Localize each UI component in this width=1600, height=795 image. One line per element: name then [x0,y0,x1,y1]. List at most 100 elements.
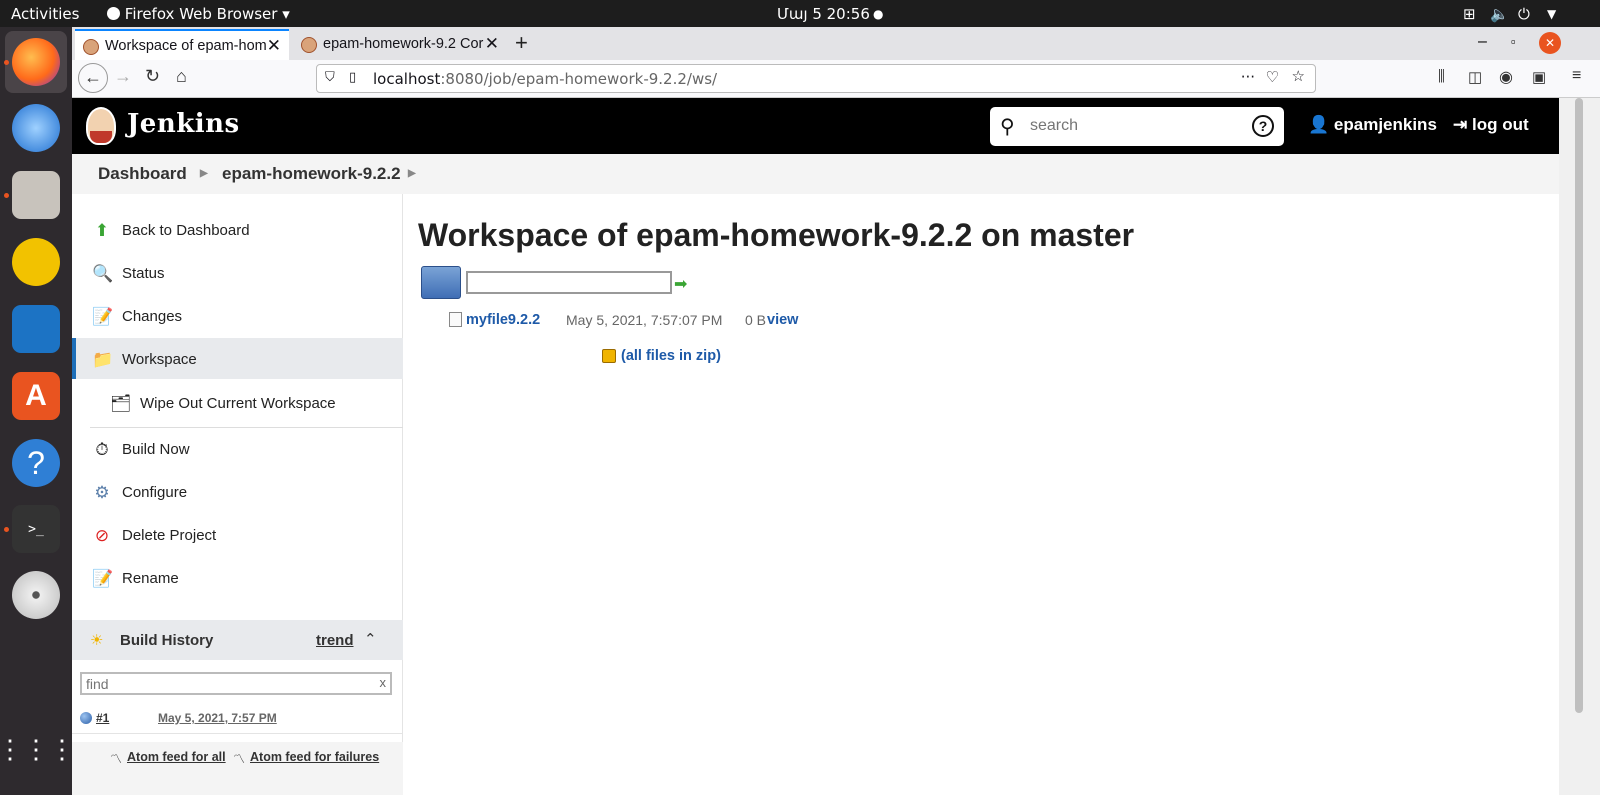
logout-link[interactable]: ⇥ log out [1453,115,1529,135]
sidebar-item-label: Back to Dashboard [122,222,250,239]
tab-workspace[interactable]: Workspace of epam-hom ✕ [75,29,289,60]
power-icon[interactable]: ⏻ [1518,5,1530,23]
sun-icon: ☀ [90,632,104,649]
forward-icon[interactable]: → [114,66,132,87]
home-icon[interactable]: ⌂ [176,66,187,87]
sidebar-item-label: Build Now [122,441,190,458]
atom-feed-failures-link[interactable]: Atom feed for failures [250,750,379,764]
no-entry-icon: ⊘ [94,526,110,545]
disc-icon[interactable] [12,571,60,619]
sidebar-item-changes[interactable]: 📝 Changes [72,295,403,338]
new-tab-icon[interactable]: + [515,30,528,56]
bookmark-star-icon[interactable]: ☆ [1292,67,1305,85]
sidebar-item-label: Wipe Out Current Workspace [140,395,336,412]
build-date-link[interactable]: May 5, 2021, 7:57 PM [158,711,277,725]
feed-links: 〽 Atom feed for all 〽 Atom feed for fail… [72,742,403,795]
jenkins-header: Jenkins ⚲ ? 👤 epamjenkins ⇥ log out [72,98,1559,154]
clock[interactable]: Մայ 5 20:56 [777,5,870,23]
extension-icon[interactable]: ▣ [1532,68,1546,86]
software-center-icon[interactable]: A [12,372,60,420]
sidebar-item-rename[interactable]: 📝 Rename [72,557,403,600]
help-icon[interactable]: ? [12,439,60,487]
page-info-icon: ▯ [349,70,357,85]
trend-link[interactable]: trend [316,632,354,649]
sidebar-item-label: Rename [122,570,179,587]
account-icon[interactable]: ◉ [1499,67,1513,87]
library-icon[interactable]: ⫼ [1438,68,1445,85]
folder-icon[interactable] [421,266,461,299]
breadcrumb-dashboard[interactable]: Dashboard [98,164,187,184]
sidebar-item-wipe-out-workspace[interactable]: 🗂 Wipe Out Current Workspace [90,382,403,428]
volume-icon[interactable]: 🔈 [1490,5,1509,23]
files-icon[interactable] [12,171,60,219]
zip-icon [602,349,616,363]
file-link[interactable]: myfile9.2.2 [466,312,540,328]
find-input[interactable] [86,675,366,692]
tab-label: Workspace of epam-hom [105,38,267,54]
clear-filter-icon[interactable]: x [380,675,387,690]
rss-icon: 〽 [233,752,246,766]
breadcrumb-separator-icon[interactable]: ▶ [408,168,416,179]
rhythmbox-icon[interactable] [12,238,60,286]
close-tab-icon[interactable]: ✕ [485,34,499,54]
file-size: 0 B [745,312,767,328]
sidebar-item-label: Status [122,265,165,282]
thunderbird-icon[interactable] [12,104,60,152]
sidebar-item-back-to-dashboard[interactable]: ⬆ Back to Dashboard [72,209,403,252]
network-icon[interactable]: ⊞ [1463,5,1476,23]
scrollbar[interactable] [1559,98,1600,795]
menu-icon[interactable]: ≡ [1572,67,1581,85]
jenkins-favicon-icon [301,37,317,53]
folder-icon: 📁 [92,350,114,369]
reload-icon[interactable]: ↻ [145,66,160,87]
user-name: epamjenkins [1333,115,1437,134]
path-input[interactable] [466,271,672,294]
build-status-ball-icon [80,712,92,724]
writer-icon[interactable] [12,305,60,353]
atom-feed-all-link[interactable]: Atom feed for all [127,750,226,764]
nav-toolbar: ← → ↻ ⌂ ⛉ ▯ localhost:8080/job/epam-home… [72,60,1600,98]
shield-icon: ⛉ [325,70,335,85]
pocket-icon[interactable]: ♡ [1266,68,1279,86]
build-number-link[interactable]: #1 [96,711,109,725]
running-indicator [4,527,9,532]
url-bar[interactable]: ⛉ ▯ localhost:8080/job/epam-homework-9.2… [316,64,1316,93]
sidebar-item-delete-project[interactable]: ⊘ Delete Project [72,514,403,557]
minimize-icon[interactable]: – [1478,33,1487,51]
breadcrumb-separator-icon[interactable]: ▶ [200,168,208,179]
maximize-icon[interactable]: ▫ [1511,34,1516,49]
tab-config[interactable]: epam-homework-9.2 Cor ✕ [293,29,507,60]
show-apps-icon[interactable]: ⋮⋮⋮ [0,725,75,773]
go-arrow-icon[interactable]: ➡ [674,274,687,294]
search-box: ⚲ ? [990,107,1284,146]
search-input[interactable] [1030,115,1240,137]
jenkins-logo-icon[interactable] [86,107,116,145]
scrollbar-thumb[interactable] [1575,98,1583,713]
sidebar-item-build-now[interactable]: ⏱ Build Now [72,428,403,471]
download-zip-link[interactable]: (all files in zip) [621,348,721,364]
system-menu-caret-icon[interactable]: ▼ [1547,7,1556,21]
activities-button[interactable]: Activities [11,5,79,23]
collapse-chevron-icon[interactable]: ⌃ [364,630,377,648]
back-icon[interactable]: ← [78,63,108,93]
firefox-icon[interactable] [12,38,60,86]
user-link[interactable]: 👤 epamjenkins [1308,115,1437,135]
close-tab-icon[interactable]: ✕ [267,36,281,56]
close-window-icon[interactable]: ✕ [1539,32,1561,54]
page-actions-icon[interactable]: ··· [1241,68,1255,86]
dropdown-caret-icon: ▾ [282,5,290,23]
sidebar-item-label: Configure [122,484,188,501]
app-menu[interactable]: Firefox Web Browser ▾ [107,5,290,23]
sidebar-item-label: Workspace [122,351,197,368]
sidebar-item-configure[interactable]: ⚙ Configure [72,471,403,514]
jenkins-title[interactable]: Jenkins [127,109,240,139]
sidebar-item-workspace[interactable]: 📁 Workspace [72,338,403,379]
sidebar-item-status[interactable]: 🔍 Status [72,252,403,295]
tab-label: epam-homework-9.2 Cor [323,36,484,52]
view-file-link[interactable]: view [767,312,798,328]
breadcrumb-job[interactable]: epam-homework-9.2.2 [222,164,401,184]
terminal-icon[interactable]: >_ [12,505,60,553]
notification-dot-icon: ● [873,7,884,21]
help-icon[interactable]: ? [1252,115,1274,137]
sidebar-toggle-icon[interactable]: ◫ [1468,68,1482,86]
